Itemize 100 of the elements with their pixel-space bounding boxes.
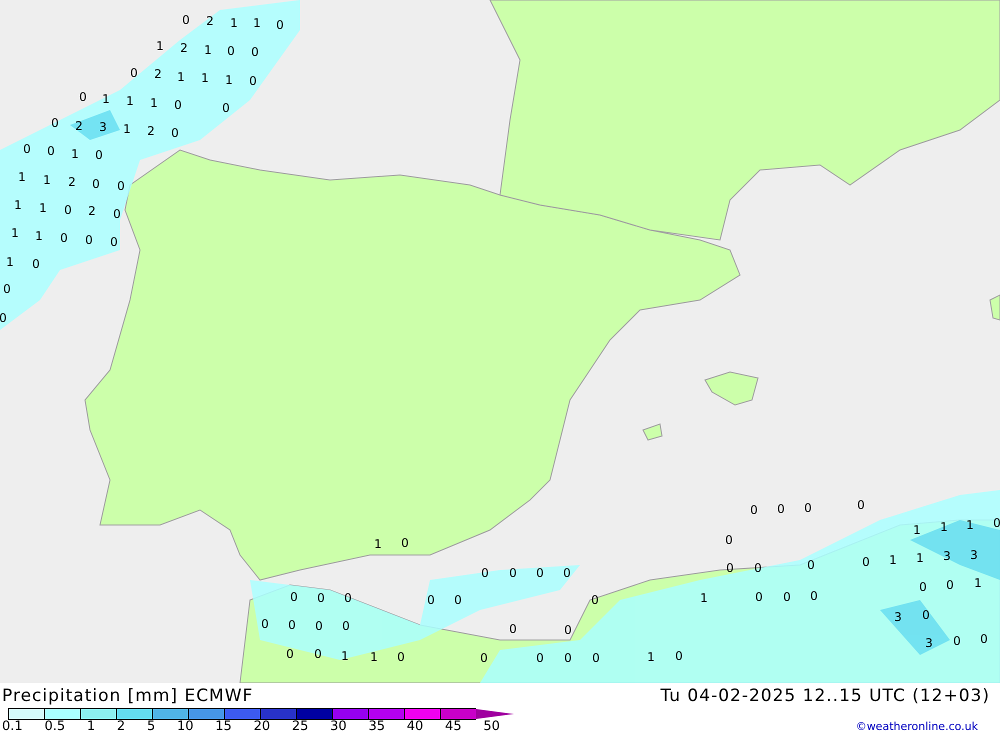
scale-tick: 25 bbox=[292, 719, 308, 733]
precipitation-value: 3 bbox=[943, 550, 951, 562]
precipitation-value: 0 bbox=[342, 620, 350, 632]
precipitation-value: 1 bbox=[889, 554, 897, 566]
precipitation-value: 0 bbox=[171, 127, 179, 139]
precipitation-value: 1 bbox=[253, 17, 261, 29]
precipitation-value: 1 bbox=[341, 650, 349, 662]
valid-time: Tu 04-02-2025 12..15 UTC (12+03) bbox=[660, 686, 990, 706]
precipitation-value: 0 bbox=[397, 651, 405, 663]
precipitation-value: 1 bbox=[156, 40, 164, 52]
precipitation-value: 0 bbox=[591, 594, 599, 606]
precipitation-value: 1 bbox=[374, 538, 382, 550]
precipitation-value: 0 bbox=[315, 620, 323, 632]
precipitation-value: 1 bbox=[700, 592, 708, 604]
precipitation-value: 1 bbox=[11, 227, 19, 239]
precipitation-value: 0 bbox=[288, 619, 296, 631]
precipitation-value: 1 bbox=[204, 44, 212, 56]
scale-tick: 2 bbox=[116, 719, 126, 733]
precipitation-value: 1 bbox=[150, 97, 158, 109]
scale-tick: 5 bbox=[146, 719, 156, 733]
precipitation-value: 0 bbox=[993, 517, 1000, 529]
precipitation-value: 0 bbox=[222, 102, 230, 114]
chart-title: Precipitation [mm] ECMWF bbox=[2, 686, 254, 706]
precipitation-value: 3 bbox=[925, 637, 933, 649]
precipitation-value: 0 bbox=[563, 567, 571, 579]
precipitation-value: 0 bbox=[480, 652, 488, 664]
precipitation-value: 0 bbox=[130, 67, 138, 79]
precipitation-value: 1 bbox=[647, 651, 655, 663]
precipitation-value: 0 bbox=[3, 283, 11, 295]
precipitation-value: 0 bbox=[32, 258, 40, 270]
precipitation-value: 3 bbox=[894, 611, 902, 623]
precipitation-value: 1 bbox=[35, 230, 43, 242]
precipitation-value: 0 bbox=[117, 180, 125, 192]
precipitation-value: 0 bbox=[317, 592, 325, 604]
precipitation-value: 0 bbox=[227, 45, 235, 57]
precipitation-value: 1 bbox=[177, 71, 185, 83]
precipitation-value: 0 bbox=[314, 648, 322, 660]
precipitation-value: 1 bbox=[225, 74, 233, 86]
precipitation-value: 2 bbox=[154, 68, 162, 80]
precipitation-value: 0 bbox=[23, 143, 31, 155]
precipitation-value: 1 bbox=[71, 148, 79, 160]
precipitation-value: 0 bbox=[95, 149, 103, 161]
precipitation-value: 0 bbox=[509, 623, 517, 635]
precipitation-value: 0 bbox=[592, 652, 600, 664]
precipitation-value: 1 bbox=[18, 171, 26, 183]
scale-tick: 35 bbox=[368, 719, 385, 733]
precipitation-value: 0 bbox=[85, 234, 93, 246]
precipitation-value: 3 bbox=[99, 121, 107, 133]
precipitation-value: 0 bbox=[810, 590, 818, 602]
precipitation-value: 0 bbox=[509, 567, 517, 579]
precipitation-value: 1 bbox=[102, 93, 110, 105]
precipitation-value: 0 bbox=[754, 562, 762, 574]
precipitation-value: 2 bbox=[147, 125, 155, 137]
precipitation-value: 0 bbox=[755, 591, 763, 603]
precipitation-value: 2 bbox=[88, 205, 96, 217]
precipitation-value: 0 bbox=[290, 591, 298, 603]
precipitation-value: 2 bbox=[75, 120, 83, 132]
scale-tick: 20 bbox=[254, 719, 270, 733]
precipitation-value: 1 bbox=[43, 174, 51, 186]
precipitation-value: 0 bbox=[249, 75, 257, 87]
precipitation-value: 1 bbox=[940, 521, 948, 533]
precipitation-value: 0 bbox=[401, 537, 409, 549]
precipitation-value: 1 bbox=[123, 123, 131, 135]
precipitation-value: 0 bbox=[286, 648, 294, 660]
precipitation-value: 2 bbox=[68, 176, 76, 188]
precipitation-value: 0 bbox=[182, 14, 190, 26]
precipitation-value: 0 bbox=[0, 312, 7, 324]
precipitation-value: 0 bbox=[807, 559, 815, 571]
precipitation-value: 0 bbox=[454, 594, 462, 606]
precipitation-value: 0 bbox=[47, 145, 55, 157]
scale-tick: 0.5 bbox=[44, 719, 66, 733]
precipitation-value: 1 bbox=[916, 552, 924, 564]
precipitation-value: 0 bbox=[251, 46, 259, 58]
precipitation-value: 0 bbox=[344, 592, 352, 604]
precipitation-value: 0 bbox=[564, 624, 572, 636]
precipitation-value: 0 bbox=[276, 19, 284, 31]
scale-tick: 10 bbox=[176, 719, 194, 733]
precipitation-value: 0 bbox=[79, 91, 87, 103]
precipitation-value: 0 bbox=[261, 618, 269, 630]
precipitation-value: 1 bbox=[913, 524, 921, 536]
precipitation-value: 0 bbox=[113, 208, 121, 220]
precipitation-value: 0 bbox=[946, 579, 954, 591]
precipitation-value: 0 bbox=[92, 178, 100, 190]
precipitation-value: 2 bbox=[180, 42, 188, 54]
credit-text: ©weatheronline.co.uk bbox=[856, 720, 979, 733]
precipitation-value: 0 bbox=[427, 594, 435, 606]
precipitation-value: 0 bbox=[783, 591, 791, 603]
precipitation-value: 0 bbox=[110, 236, 118, 248]
scale-tick: 15 bbox=[215, 719, 232, 733]
scale-tick: 1 bbox=[86, 719, 96, 733]
precipitation-value: 0 bbox=[980, 633, 988, 645]
precipitation-value: 1 bbox=[370, 651, 378, 663]
precipitation-value: 1 bbox=[966, 519, 974, 531]
precipitation-value: 2 bbox=[206, 15, 214, 27]
precipitation-value: 0 bbox=[922, 609, 930, 621]
precipitation-value: 0 bbox=[60, 232, 68, 244]
precipitation-value: 0 bbox=[862, 556, 870, 568]
precipitation-value: 1 bbox=[201, 72, 209, 84]
precipitation-value: 0 bbox=[536, 567, 544, 579]
precipitation-value: 0 bbox=[675, 650, 683, 662]
